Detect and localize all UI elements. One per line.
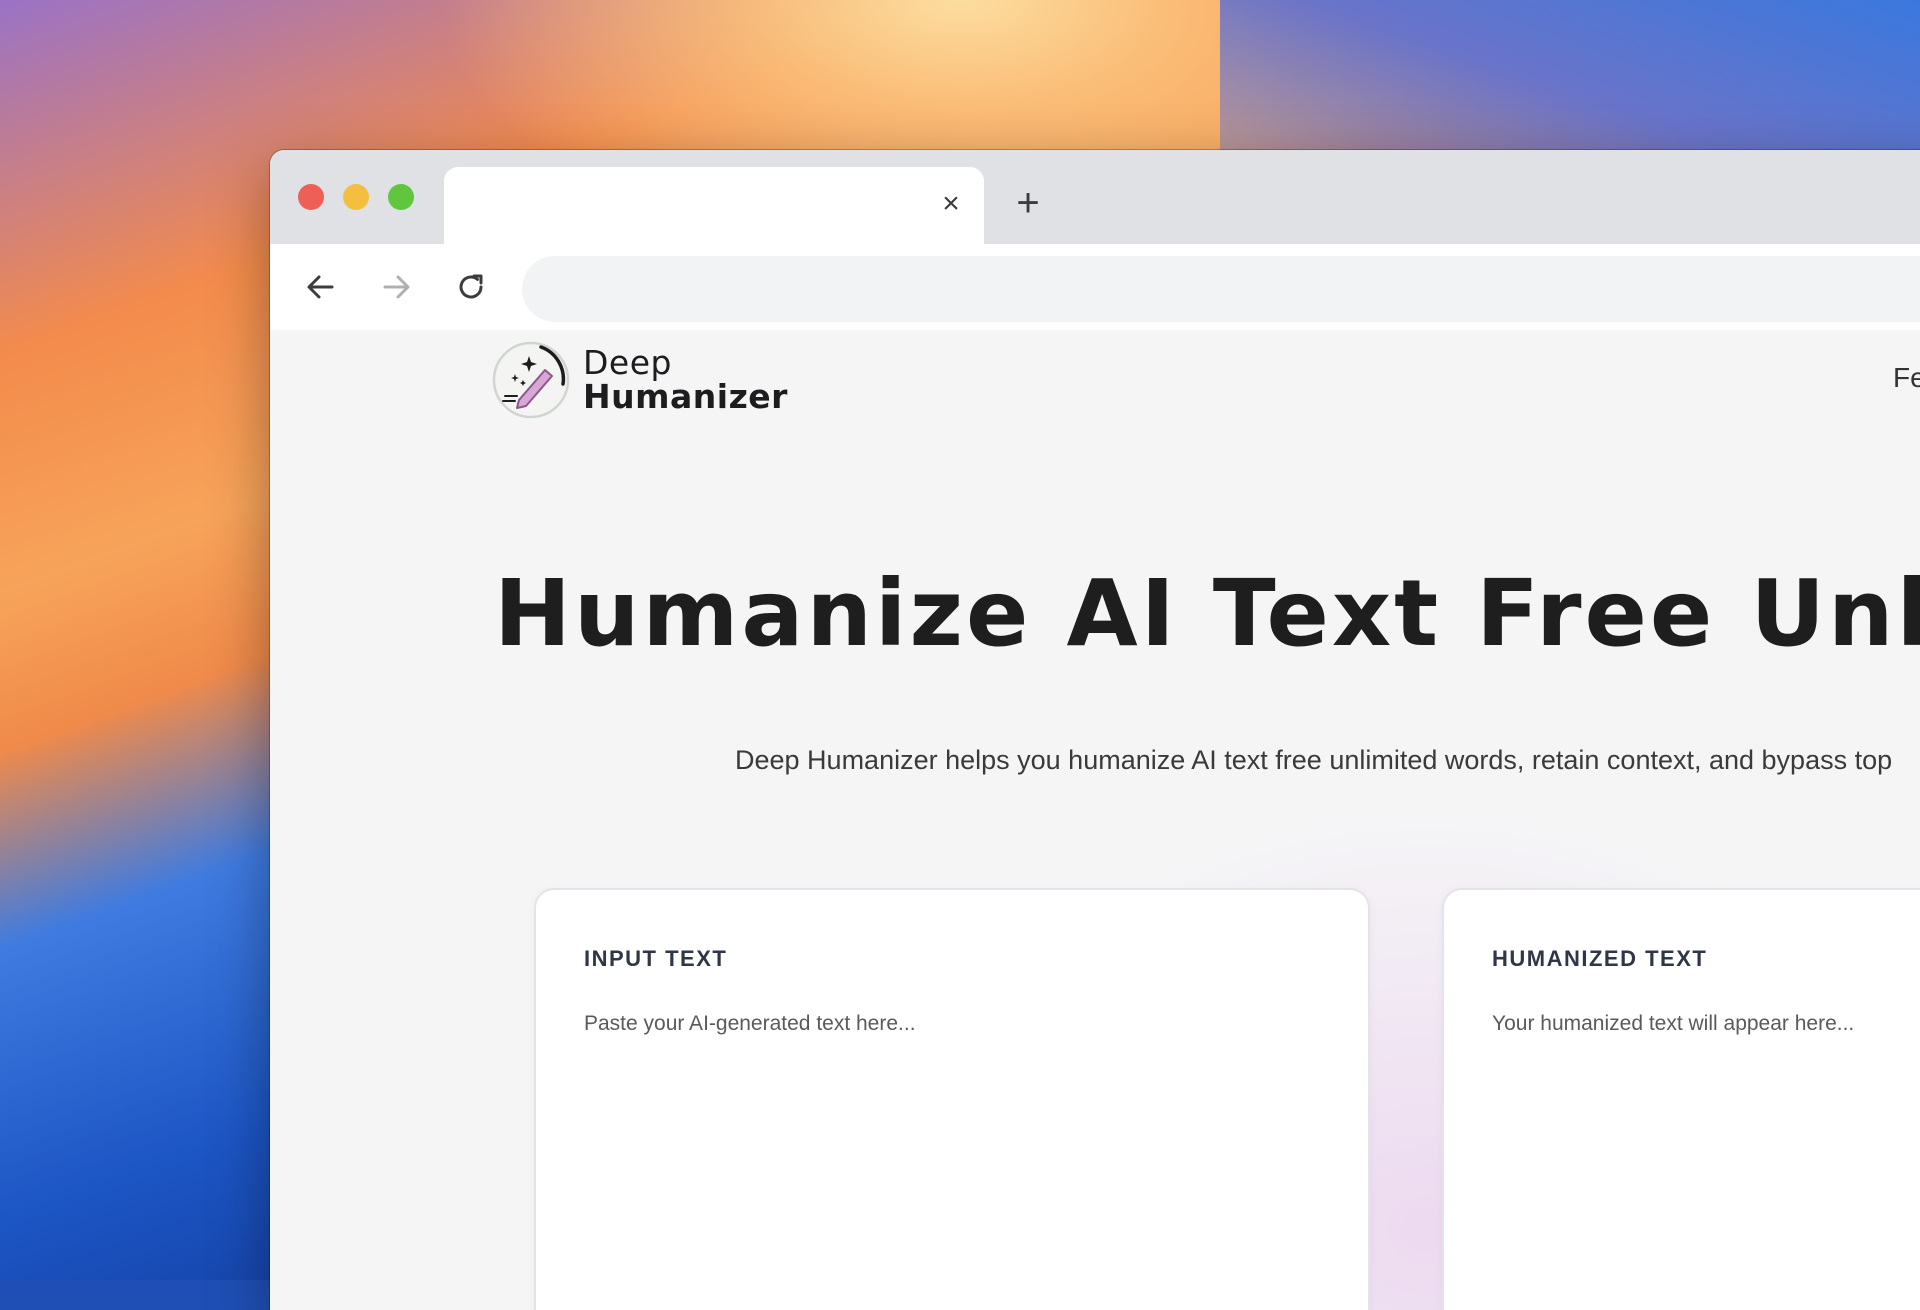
nav-link-partial[interactable]: Fe <box>1893 362 1920 394</box>
forward-arrow-icon[interactable] <box>375 266 417 308</box>
browser-window: × + Deep Humanizer Fe Humanize AI Text F… <box>270 150 1920 1310</box>
logo-wordmark: Deep Humanizer <box>583 346 788 414</box>
back-arrow-icon[interactable] <box>300 266 342 308</box>
address-bar[interactable] <box>522 256 1920 322</box>
plus-icon[interactable]: + <box>1008 183 1048 224</box>
logo-icon <box>492 341 570 419</box>
maximize-window-button[interactable] <box>388 184 414 210</box>
close-window-button[interactable] <box>298 184 324 210</box>
input-textarea[interactable] <box>584 1012 1324 1310</box>
logo-line-2: Humanizer <box>583 377 788 416</box>
output-card-title: HUMANIZED TEXT <box>1492 946 1708 971</box>
output-card: HUMANIZED TEXT Your humanized text will … <box>1442 888 1920 1310</box>
hero-subtitle: Deep Humanizer helps you humanize AI tex… <box>735 745 1893 775</box>
browser-toolbar <box>270 244 1920 331</box>
output-placeholder: Your humanized text will appear here... <box>1492 1012 1855 1035</box>
close-icon[interactable]: × <box>936 189 966 219</box>
input-card-title: INPUT TEXT <box>584 946 728 971</box>
logo-line-1: Deep <box>583 343 672 382</box>
hero-title: Humanize AI Text Free Unlimite <box>494 560 1920 667</box>
reload-icon[interactable] <box>450 266 492 308</box>
minimize-window-button[interactable] <box>343 184 369 210</box>
web-page: Deep Humanizer Fe Humanize AI Text Free … <box>270 330 1920 1310</box>
active-tab[interactable]: × <box>444 167 984 244</box>
tab-strip: × + <box>270 150 1920 244</box>
input-card: INPUT TEXT <box>534 888 1370 1310</box>
